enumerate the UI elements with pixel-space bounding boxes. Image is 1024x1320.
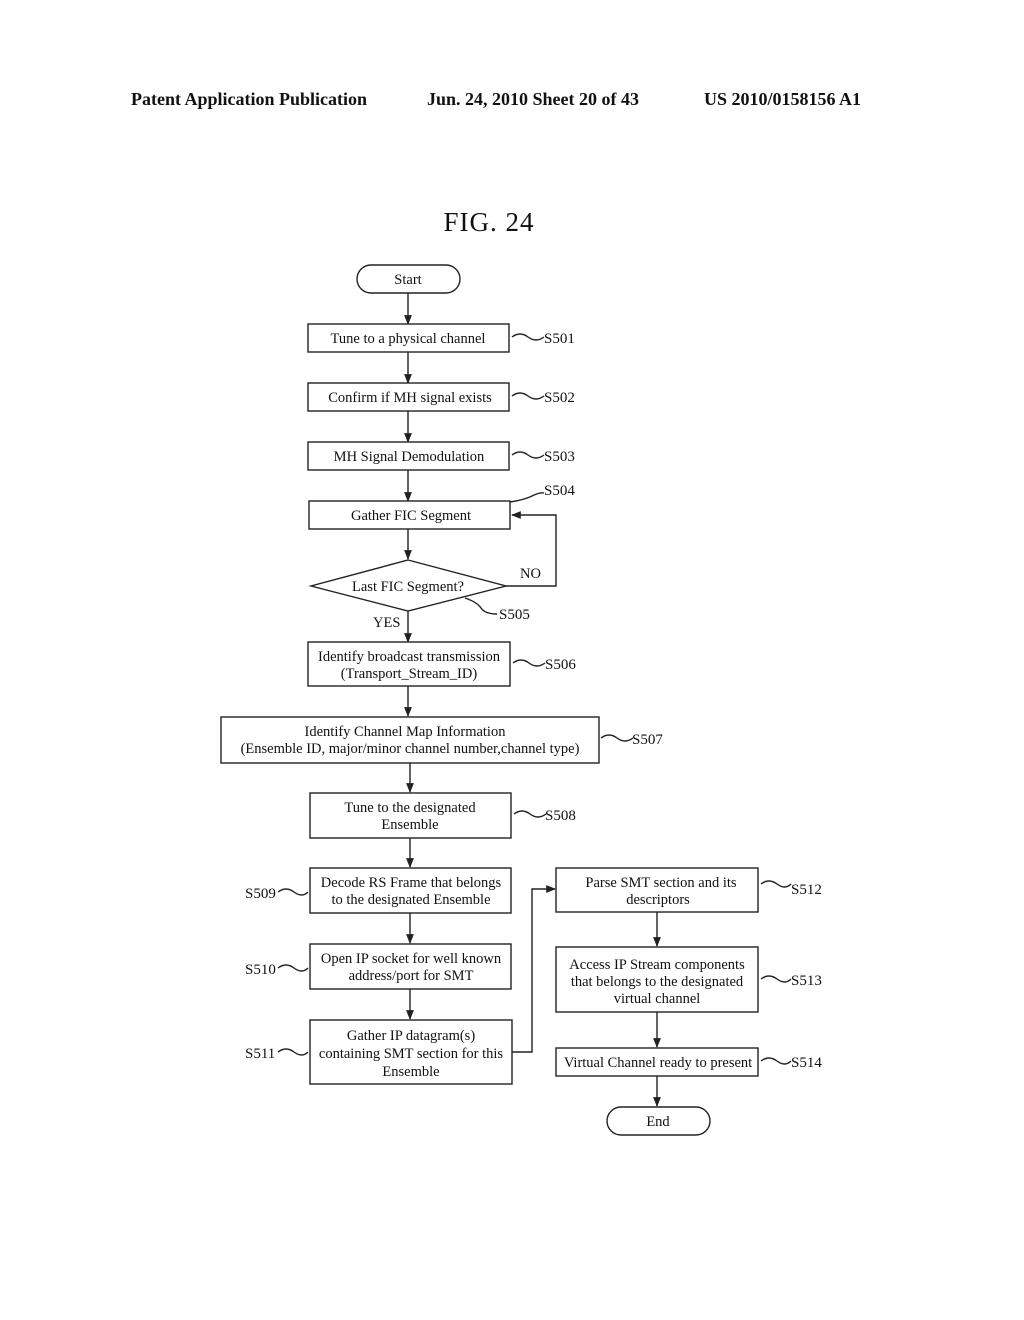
step-s509: Decode RS Frame that belongs to the desi… — [245, 867, 512, 914]
ref-leader — [511, 392, 545, 400]
ref-leader — [277, 888, 309, 896]
ref-leader — [600, 734, 634, 742]
step-s513-line3: virtual channel — [614, 991, 701, 1007]
step-s501-ref: S501 — [544, 331, 575, 347]
step-s510-line1: Open IP socket for well known — [321, 951, 502, 967]
step-s511-line1: Gather IP datagram(s) — [347, 1028, 475, 1044]
step-s512-line2: descriptors — [626, 892, 690, 908]
step-s503-label: MH Signal Demodulation — [334, 449, 485, 465]
end-label: End — [646, 1114, 670, 1130]
step-s506-ref: S506 — [545, 657, 576, 673]
step-s502: Confirm if MH signal exists S502 — [307, 382, 575, 412]
step-s506-line2: (Transport_Stream_ID) — [341, 666, 478, 682]
step-s504: Gather FIC Segment S504 — [308, 483, 575, 530]
step-s509-line2: to the designated Ensemble — [331, 892, 490, 908]
step-s513: Access IP Stream components that belongs… — [555, 946, 822, 1013]
ref-leader — [277, 1048, 309, 1056]
step-s504-ref: S504 — [544, 483, 575, 499]
ref-leader — [512, 659, 546, 667]
step-s511-line2: containing SMT section for this — [319, 1046, 504, 1062]
step-s507-ref: S507 — [632, 732, 663, 748]
step-s501-label: Tune to a physical channel — [331, 331, 486, 347]
ref-leader — [509, 492, 545, 503]
step-s510: Open IP socket for well known address/po… — [245, 943, 512, 990]
decision-s505-ref: S505 — [499, 607, 530, 623]
step-s502-ref: S502 — [544, 390, 575, 406]
step-s501: Tune to a physical channel S501 — [307, 323, 575, 353]
step-s507-line1: Identify Channel Map Information — [305, 724, 507, 740]
ref-leader — [511, 451, 545, 459]
step-s508-line2: Ensemble — [381, 817, 438, 833]
step-s513-line2: that belongs to the designated — [571, 974, 744, 990]
step-s507: Identify Channel Map Information (Ensemb… — [220, 716, 663, 764]
step-s512-line1: Parse SMT section and its — [585, 875, 737, 891]
step-s514: Virtual Channel ready to present S514 — [555, 1047, 822, 1077]
ref-leader — [277, 964, 309, 972]
step-s510-ref: S510 — [245, 962, 276, 978]
step-s509-line1: Decode RS Frame that belongs — [321, 875, 502, 891]
step-s508-ref: S508 — [545, 808, 576, 824]
step-s504-label: Gather FIC Segment — [351, 508, 471, 524]
decision-yes-label: YES — [373, 615, 400, 631]
start-label: Start — [394, 272, 421, 288]
ref-leader — [511, 333, 545, 341]
step-s509-ref: S509 — [245, 886, 276, 902]
ref-leader — [513, 810, 547, 818]
start-terminator: Start — [356, 264, 461, 294]
decision-s505: Last FIC Segment? S505 NO YES — [308, 559, 541, 631]
step-s512-ref: S512 — [791, 882, 822, 898]
flowchart: Start Tune to a physical channel S501 Co… — [220, 264, 822, 1136]
ref-leader — [760, 1057, 792, 1065]
step-s508-line1: Tune to the designated — [344, 800, 476, 816]
step-s511-ref: S511 — [245, 1046, 275, 1062]
step-s506-line1: Identify broadcast transmission — [318, 649, 501, 665]
ref-leader — [760, 975, 792, 983]
step-s511: Gather IP datagram(s) containing SMT sec… — [245, 1019, 513, 1085]
step-s510-line2: address/port for SMT — [349, 968, 474, 984]
step-s503: MH Signal Demodulation S503 — [307, 441, 575, 471]
step-s508: Tune to the designated Ensemble S508 — [309, 792, 576, 839]
step-s514-label: Virtual Channel ready to present — [564, 1055, 752, 1071]
step-s502-label: Confirm if MH signal exists — [328, 390, 492, 406]
step-s511-line3: Ensemble — [382, 1064, 439, 1080]
step-s507-line2: (Ensemble ID, major/minor channel number… — [241, 741, 580, 757]
end-terminator: End — [606, 1106, 711, 1136]
connector-s511-s512 — [512, 885, 556, 1053]
step-s512: Parse SMT section and its descriptors S5… — [555, 867, 822, 913]
decision-s505-label: Last FIC Segment? — [352, 579, 464, 595]
decision-no-label: NO — [520, 566, 541, 582]
step-s514-ref: S514 — [791, 1055, 822, 1071]
step-s506: Identify broadcast transmission (Transpo… — [307, 641, 576, 687]
step-s513-ref: S513 — [791, 973, 822, 989]
step-s503-ref: S503 — [544, 449, 575, 465]
ref-leader — [464, 597, 498, 615]
step-s513-line1: Access IP Stream components — [569, 957, 745, 973]
ref-leader — [760, 880, 792, 888]
